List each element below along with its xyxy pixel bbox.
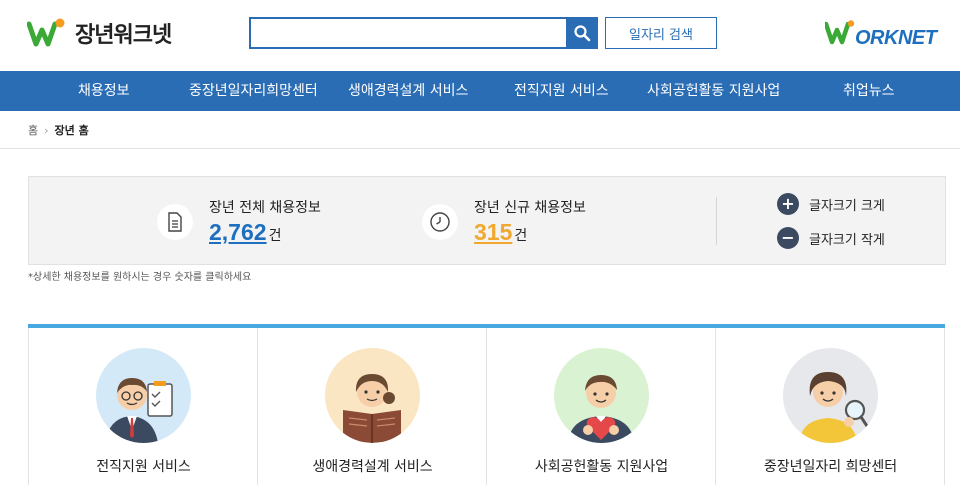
logo-text: 장년워크넷 xyxy=(75,23,172,48)
stats-panel: 장년 전체 채용정보 2,762 건 장년 신규 채용정보 315 건 + 글자… xyxy=(28,176,946,265)
stat-new-label: 장년 신규 채용정보 xyxy=(474,200,586,216)
service-cards: 전직지원 서비스 생애경력설계 서비스 사회공헌활동 지원사업 중장년일자리 희… xyxy=(28,328,945,485)
worknet-logo-text: ORKNET xyxy=(855,27,937,49)
card-transition-support[interactable]: 전직지원 서비스 xyxy=(29,328,258,485)
nav-item-jobs[interactable]: 채용정보 xyxy=(78,71,130,111)
woman-reading-book-icon xyxy=(325,348,420,443)
nav-item-career-design[interactable]: 생애경력설계 서비스 xyxy=(348,71,468,111)
search-icon xyxy=(574,25,591,42)
nav-item-job-news[interactable]: 취업뉴스 xyxy=(843,71,895,111)
card-career-design[interactable]: 생애경력설계 서비스 xyxy=(258,328,487,485)
stat-new-value[interactable]: 315 xyxy=(474,219,512,246)
site-logo[interactable]: 장년워크넷 xyxy=(26,16,172,50)
search-button[interactable] xyxy=(566,17,598,49)
card-title: 중장년일자리 희망센터 xyxy=(763,459,898,475)
man-holding-heart-icon xyxy=(554,348,649,443)
stat-total-label: 장년 전체 채용정보 xyxy=(209,200,321,216)
font-smaller-button[interactable]: − 글자크기 작게 xyxy=(777,227,885,249)
document-icon xyxy=(157,203,193,240)
minus-icon: − xyxy=(777,227,799,249)
clock-icon xyxy=(422,203,458,240)
font-smaller-label: 글자크기 작게 xyxy=(809,232,885,248)
stat-new-jobs: 장년 신규 채용정보 315 건 xyxy=(422,197,586,246)
card-title: 전직지원 서비스 xyxy=(96,459,191,475)
nav-item-hope-center[interactable]: 중장년일자리희망센터 xyxy=(189,71,318,111)
breadcrumb: 홈 › 장년 홈 xyxy=(28,122,89,138)
worknet-mark-icon xyxy=(823,20,855,50)
chevron-right-icon: › xyxy=(44,123,49,137)
stats-note: *상세한 채용정보를 원하시는 경우 숫자를 클릭하세요 xyxy=(28,272,252,283)
stats-divider xyxy=(716,197,717,245)
nav-item-social-contribution[interactable]: 사회공헌활동 지원사업 xyxy=(647,71,780,111)
card-title: 사회공헌활동 지원사업 xyxy=(534,459,669,475)
stat-total-value[interactable]: 2,762 xyxy=(209,219,267,246)
font-larger-button[interactable]: + 글자크기 크게 xyxy=(777,193,885,215)
job-search-button[interactable]: 일자리 검색 xyxy=(605,17,717,49)
card-social-contribution[interactable]: 사회공헌활동 지원사업 xyxy=(487,328,716,485)
search-input[interactable] xyxy=(249,17,568,49)
woman-with-magnifier-icon xyxy=(783,348,878,443)
man-with-clipboard-icon xyxy=(96,348,191,443)
breadcrumb-home[interactable]: 홈 xyxy=(28,122,38,138)
worknet-logo[interactable]: ORKNET xyxy=(823,20,937,50)
logo-mark-icon xyxy=(26,16,67,50)
stat-total-unit: 건 xyxy=(268,228,282,244)
font-larger-label: 글자크기 크게 xyxy=(809,198,885,214)
header: 장년워크넷 일자리 검색 ORKNET xyxy=(0,0,960,71)
nav-item-transition-support[interactable]: 전직지원 서비스 xyxy=(514,71,609,111)
plus-icon: + xyxy=(777,193,799,215)
stat-total-jobs: 장년 전체 채용정보 2,762 건 xyxy=(157,197,321,246)
main-nav: 채용정보 중장년일자리희망센터 생애경력설계 서비스 전직지원 서비스 사회공헌… xyxy=(0,71,960,111)
card-hope-center[interactable]: 중장년일자리 희망센터 xyxy=(716,328,945,485)
card-title: 생애경력설계 서비스 xyxy=(312,459,433,475)
divider xyxy=(0,148,960,149)
stat-new-unit: 건 xyxy=(514,228,528,244)
breadcrumb-current: 장년 홈 xyxy=(54,124,89,137)
